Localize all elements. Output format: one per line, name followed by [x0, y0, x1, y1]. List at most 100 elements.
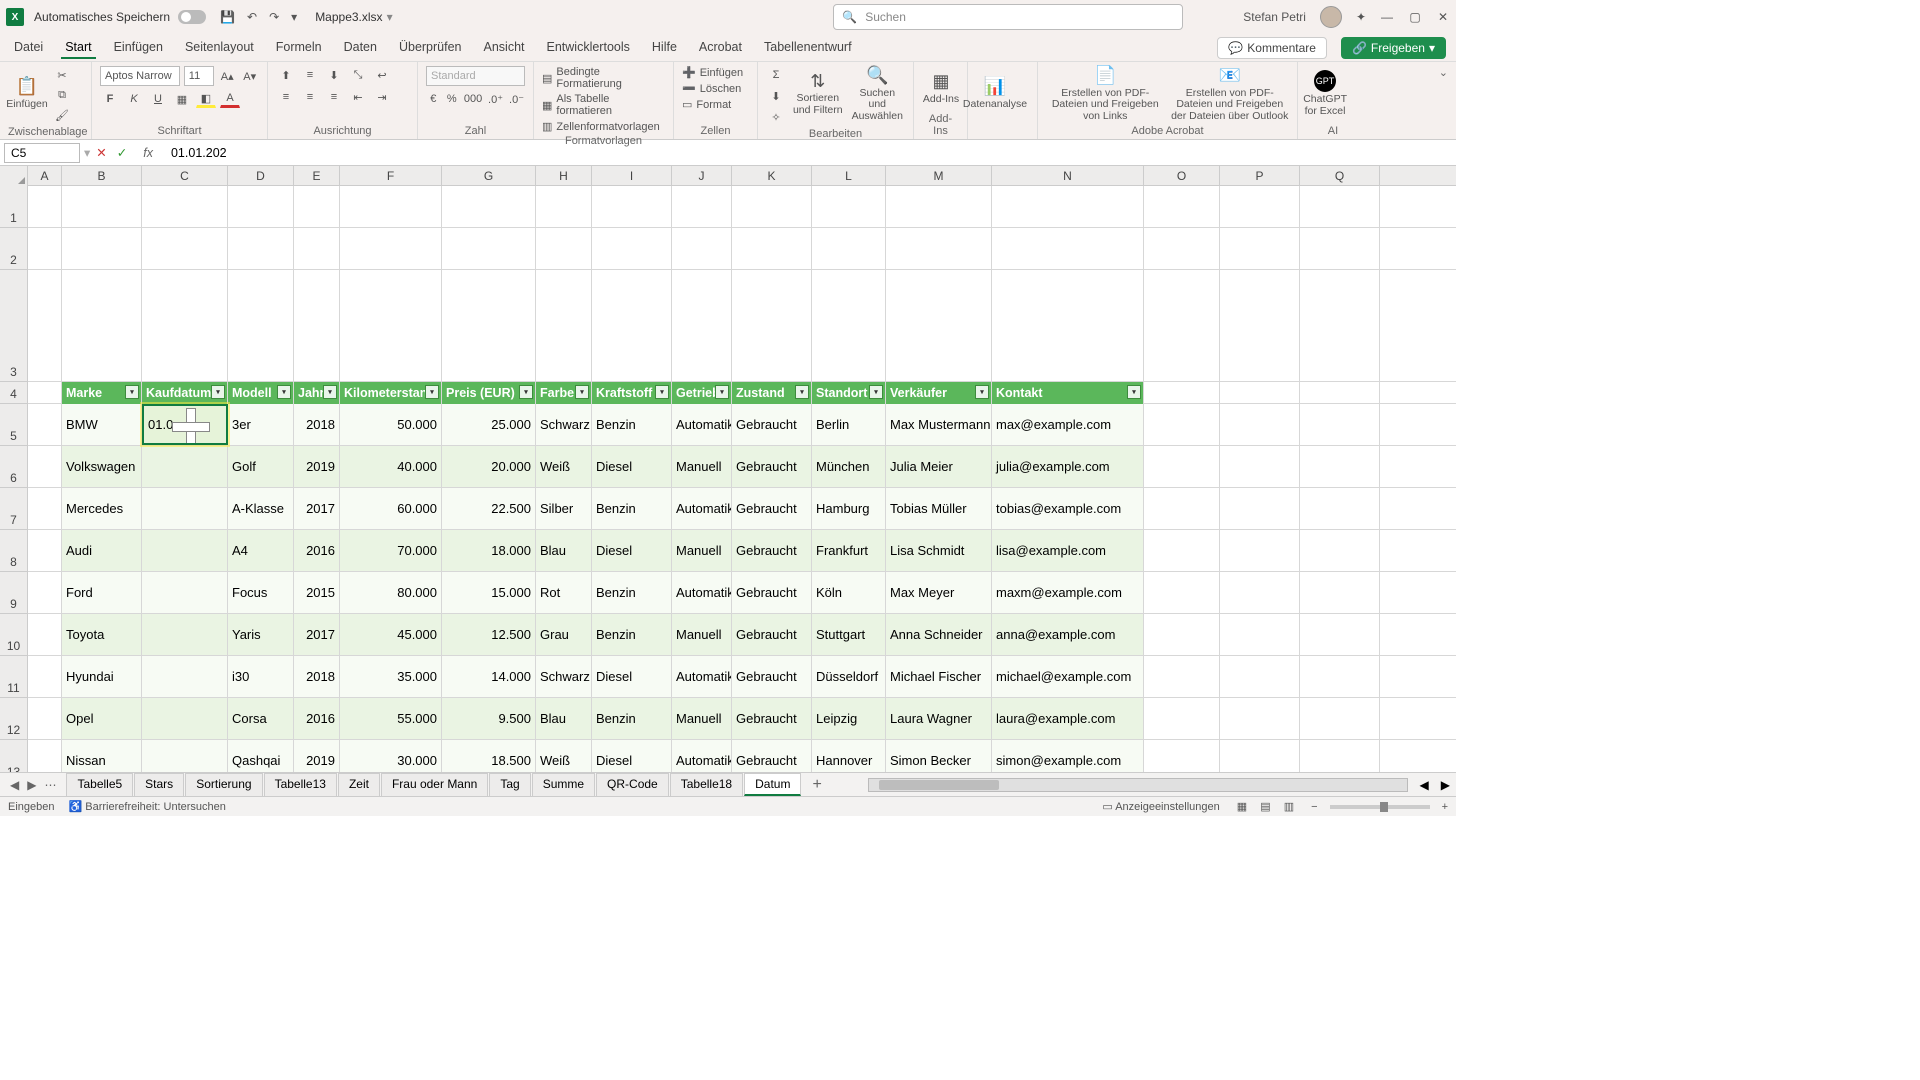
comma-icon[interactable]: 000 [463, 90, 483, 108]
menu-tab-entwicklertools[interactable]: Entwicklertools [543, 37, 634, 59]
row-header-8[interactable]: 8 [0, 530, 28, 572]
cell[interactable]: 35.000 [340, 656, 442, 697]
cell[interactable]: BMW [62, 404, 142, 445]
cell[interactable] [28, 186, 62, 227]
cell[interactable] [1220, 186, 1300, 227]
table-header-cell[interactable]: Jahr▾ [294, 382, 340, 404]
cell[interactable] [1300, 228, 1380, 269]
sheet-tab-tag[interactable]: Tag [489, 773, 530, 796]
cell[interactable]: 80.000 [340, 572, 442, 613]
cell[interactable]: Grau [536, 614, 592, 655]
cell[interactable] [1220, 614, 1300, 655]
cell[interactable]: Gebraucht [732, 488, 812, 529]
cell[interactable] [228, 186, 294, 227]
format-cells-button[interactable]: ▭ Format [682, 98, 731, 111]
column-header-P[interactable]: P [1220, 166, 1300, 185]
cell[interactable]: Max Mustermann [886, 404, 992, 445]
cell[interactable]: Michael Fischer [886, 656, 992, 697]
decrease-font-icon[interactable]: A▾ [240, 67, 259, 85]
cell[interactable] [442, 186, 536, 227]
cell[interactable] [812, 270, 886, 381]
table-header-cell[interactable]: Farbe▾ [536, 382, 592, 404]
cell[interactable] [992, 186, 1144, 227]
zoom-out-icon[interactable]: − [1311, 801, 1317, 813]
cell[interactable]: Gebraucht [732, 404, 812, 445]
cell[interactable]: 2017 [294, 488, 340, 529]
currency-icon[interactable]: € [426, 90, 441, 108]
cell[interactable] [294, 186, 340, 227]
cell[interactable]: Diesel [592, 446, 672, 487]
menu-tab-datei[interactable]: Datei [10, 37, 47, 59]
minimize-icon[interactable]: ― [1380, 10, 1394, 24]
cell[interactable]: Diesel [592, 656, 672, 697]
cell[interactable] [1300, 614, 1380, 655]
acrobat-pdf1-button[interactable]: 📄Erstellen von PDF-Dateien und Freigeben… [1046, 66, 1165, 122]
save-icon[interactable]: 💾 [220, 10, 235, 24]
filter-icon[interactable]: ▾ [575, 385, 589, 399]
page-layout-view-icon[interactable]: ▤ [1255, 800, 1275, 814]
underline-button[interactable]: U [148, 90, 168, 108]
cell[interactable]: 2017 [294, 614, 340, 655]
cell[interactable]: 40.000 [340, 446, 442, 487]
cell[interactable]: 60.000 [340, 488, 442, 529]
cell[interactable] [28, 404, 62, 445]
cell[interactable]: Gebraucht [732, 656, 812, 697]
scroll-left-icon[interactable]: ◀ [1414, 778, 1435, 792]
cell[interactable] [142, 614, 228, 655]
filter-icon[interactable]: ▾ [655, 385, 669, 399]
cell[interactable]: Automatik [672, 404, 732, 445]
cell[interactable]: Focus [228, 572, 294, 613]
scroll-right-icon[interactable]: ▶ [1435, 778, 1456, 792]
filter-icon[interactable]: ▾ [125, 385, 139, 399]
column-header-H[interactable]: H [536, 166, 592, 185]
cell[interactable]: michael@example.com [992, 656, 1144, 697]
cell[interactable]: Blau [536, 698, 592, 739]
close-icon[interactable]: ✕ [1436, 10, 1450, 24]
cell[interactable]: i30 [228, 656, 294, 697]
cell[interactable] [442, 228, 536, 269]
cell[interactable] [28, 228, 62, 269]
row-header-2[interactable]: 2 [0, 228, 28, 270]
cell[interactable] [1220, 446, 1300, 487]
cell[interactable]: Corsa [228, 698, 294, 739]
sheet-tab-tabelle13[interactable]: Tabelle13 [264, 773, 337, 796]
fx-icon[interactable]: fx [143, 146, 153, 160]
doc-chevron-icon[interactable]: ▾ [387, 10, 393, 24]
cell[interactable]: Max Meyer [886, 572, 992, 613]
format-painter-icon[interactable]: 🖌 [52, 106, 72, 124]
border-icon[interactable]: ▦ [172, 90, 192, 108]
orientation-icon[interactable]: ⤡ [348, 66, 368, 84]
cell[interactable]: Automatik [672, 572, 732, 613]
column-header-E[interactable]: E [294, 166, 340, 185]
cell[interactable] [1220, 228, 1300, 269]
cell[interactable] [142, 446, 228, 487]
cell[interactable] [672, 228, 732, 269]
sort-filter-button[interactable]: ⇅Sortieren und Filtern [792, 66, 844, 122]
increase-indent-icon[interactable]: ⇥ [372, 88, 392, 106]
cell[interactable]: Mercedes [62, 488, 142, 529]
cell[interactable] [142, 656, 228, 697]
increase-decimal-icon[interactable]: .0⁺ [487, 90, 504, 108]
align-middle-icon[interactable]: ≡ [300, 66, 320, 84]
menu-tab-tabellenentwurf[interactable]: Tabellenentwurf [760, 37, 856, 59]
cell[interactable] [592, 186, 672, 227]
cell[interactable] [886, 186, 992, 227]
cell[interactable] [992, 270, 1144, 381]
cell[interactable] [592, 270, 672, 381]
sheet-tab-qr-code[interactable]: QR-Code [596, 773, 669, 796]
cut-icon[interactable]: ✂ [52, 66, 72, 84]
cell[interactable]: 14.000 [442, 656, 536, 697]
cell[interactable] [442, 270, 536, 381]
data-analysis-button[interactable]: 📊Datenanalyse [976, 66, 1014, 122]
cell[interactable]: 2018 [294, 656, 340, 697]
table-header-cell[interactable]: Kraftstoff▾ [592, 382, 672, 404]
cell[interactable] [142, 530, 228, 571]
cell[interactable] [28, 488, 62, 529]
bold-button[interactable]: F [100, 90, 120, 108]
sheet-tab-tabelle5[interactable]: Tabelle5 [66, 773, 133, 796]
cell[interactable] [1144, 572, 1220, 613]
sheet-tab-tabelle18[interactable]: Tabelle18 [670, 773, 743, 796]
cell[interactable] [142, 270, 228, 381]
share-button[interactable]: 🔗 Freigeben ▾ [1341, 37, 1446, 59]
cell[interactable] [1144, 446, 1220, 487]
